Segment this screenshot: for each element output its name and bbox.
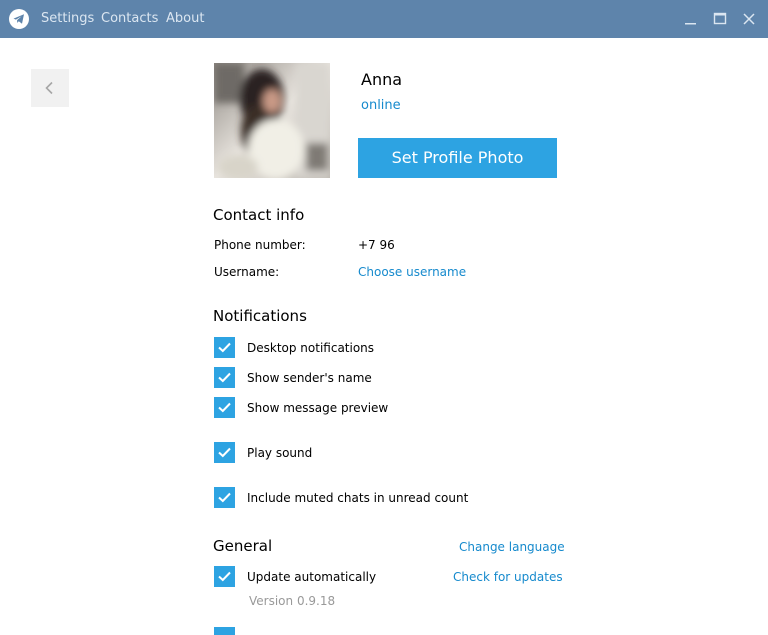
profile-status: online [361,98,401,113]
menu-settings[interactable]: Settings [41,11,94,27]
set-profile-photo-button[interactable]: Set Profile Photo [358,138,557,178]
chevron-left-icon [45,81,53,95]
telegram-logo-icon[interactable] [9,9,29,29]
change-language-link[interactable]: Change language [459,539,565,555]
title-bar: Settings Contacts About [0,0,768,38]
checkmark-icon [218,492,231,503]
desktop-notifications-checkbox[interactable] [214,337,235,358]
include-muted-chats-label[interactable]: Include muted chats in unread count [247,490,468,506]
version-label: Version 0.9.18 [249,594,336,608]
maximize-icon[interactable] [710,9,730,29]
show-message-preview-label[interactable]: Show message preview [247,400,388,416]
update-automatically-checkbox[interactable] [214,566,235,587]
contact-info-title: Contact info [213,206,305,224]
back-button[interactable] [31,69,69,107]
menu-contacts[interactable]: Contacts [101,11,158,27]
minimize-icon[interactable] [681,9,701,29]
show-sender-name-label[interactable]: Show sender's name [247,370,372,386]
checkmark-icon [218,402,231,413]
close-icon[interactable] [739,9,759,29]
checkmark-icon [218,342,231,353]
play-sound-label[interactable]: Play sound [247,445,312,461]
check-for-updates-link[interactable]: Check for updates [453,569,563,585]
profile-photo[interactable] [214,63,330,178]
phone-value: +7 96 [358,238,395,252]
show-message-preview-checkbox[interactable] [214,397,235,418]
general-title: General [213,537,273,555]
checkmark-icon [218,571,231,582]
checkmark-icon [218,447,231,458]
username-label: Username: [214,265,280,279]
menu-about[interactable]: About [166,11,204,27]
phone-label: Phone number: [214,238,306,252]
include-muted-chats-checkbox[interactable] [214,487,235,508]
notifications-title: Notifications [213,307,307,325]
choose-username-link[interactable]: Choose username [358,264,466,280]
desktop-notifications-label[interactable]: Desktop notifications [247,340,374,356]
show-sender-name-checkbox[interactable] [214,367,235,388]
profile-name: Anna [361,70,403,89]
play-sound-checkbox[interactable] [214,442,235,463]
next-setting-checkbox[interactable] [214,627,235,635]
checkmark-icon [218,372,231,383]
update-automatically-label[interactable]: Update automatically [247,569,376,585]
